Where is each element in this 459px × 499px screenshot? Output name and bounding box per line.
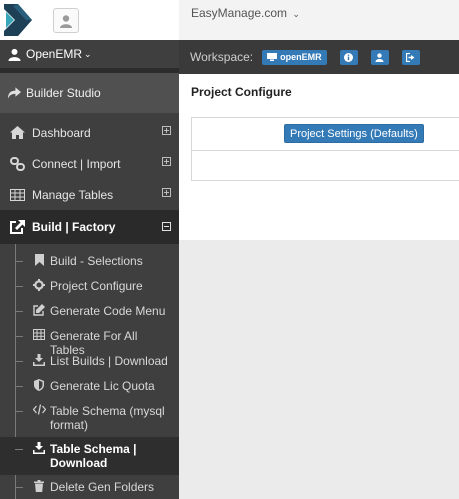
submenu-item-label: Delete Gen Folders: [50, 480, 155, 494]
expand-icon[interactable]: [162, 126, 171, 135]
submenu-item-label: List Builds | Download: [50, 354, 168, 368]
submenu-item-table-schema-download[interactable]: Table Schema | Download: [0, 437, 179, 475]
bookmark-icon: [32, 254, 46, 266]
trash-icon: [32, 480, 46, 492]
workspace-bar: Workspace: openEMR: [179, 40, 459, 74]
home-icon: [8, 126, 26, 139]
collapse-icon[interactable]: [162, 222, 171, 231]
builder-studio-label: Builder Studio: [26, 86, 101, 100]
code-icon: [32, 404, 46, 415]
info-icon: [344, 52, 354, 62]
workspace-name: openEMR: [280, 52, 322, 62]
user-name: OpenEMR: [26, 47, 83, 61]
submenu-item-label: Table Schema | Download: [50, 442, 137, 470]
sidebar-item-build-factory[interactable]: Build | Factory: [0, 210, 179, 244]
sidebar-item-dashboard[interactable]: Dashboard: [0, 117, 179, 148]
submenu-item-label: Generate Code Menu: [50, 304, 166, 318]
download-icon: [32, 442, 46, 454]
easymanage-logo[interactable]: [4, 4, 32, 36]
panel-divider: [192, 150, 459, 151]
expand-icon[interactable]: [162, 157, 171, 166]
main-content: Project Configure Project Settings (Defa…: [179, 74, 459, 240]
project-settings-button[interactable]: Project Settings (Defaults): [284, 124, 424, 143]
edit-icon: [32, 304, 46, 316]
workspace-label: Workspace:: [190, 50, 254, 64]
avatar[interactable]: [53, 8, 79, 33]
monitor-icon: [267, 53, 278, 61]
expand-icon[interactable]: [162, 188, 171, 197]
submenu-item-list-builds[interactable]: List Builds | Download: [0, 349, 179, 374]
submenu-item-generate-lic-quota[interactable]: Generate Lic Quota: [0, 374, 179, 399]
settings-panel: Project Settings (Defaults): [191, 117, 459, 181]
submenu-item-generate-all-tables[interactable]: Generate For All Tables: [0, 324, 179, 357]
sidebar-item-label: Manage Tables: [32, 187, 114, 202]
sign-out-icon: [405, 52, 415, 62]
chevron-down-icon: ⌄: [292, 9, 300, 19]
submenu-item-table-schema-mysql[interactable]: Table Schema (mysql format): [0, 399, 179, 437]
site-title: EasyManage.com: [191, 6, 288, 20]
user-icon: [8, 48, 21, 61]
submenu-item-delete-gen-folders[interactable]: Delete Gen Folders: [0, 475, 179, 499]
build-factory-submenu: Build - Selections Project Configure Gen…: [0, 244, 179, 499]
builder-studio-link[interactable]: Builder Studio: [0, 73, 179, 113]
logout-button[interactable]: [401, 49, 420, 65]
chevron-down-icon: ⌄: [84, 48, 92, 59]
submenu-item-build-selections[interactable]: Build - Selections: [0, 249, 179, 274]
page-title: Project Configure: [191, 85, 292, 99]
submenu-item-project-configure[interactable]: Project Configure: [0, 274, 179, 299]
sidebar-item-label: Dashboard: [32, 125, 91, 140]
user-profile-button[interactable]: [370, 49, 389, 65]
sidebar-item-label: Build | Factory: [32, 220, 116, 234]
submenu-item-label: Table Schema (mysql format): [50, 404, 165, 432]
workspace-name-button[interactable]: openEMR: [262, 49, 327, 65]
link-icon: [8, 156, 26, 171]
share-icon: [8, 87, 21, 99]
sidebar-item-label: Connect | Import: [32, 156, 121, 171]
user-silhouette-icon: [60, 14, 72, 28]
site-menu[interactable]: EasyManage.com ⌄: [191, 6, 300, 20]
cog-icon: [32, 279, 46, 291]
external-link-icon: [8, 220, 26, 234]
info-button[interactable]: [339, 49, 358, 65]
top-bar: EasyManage.com ⌄: [179, 0, 459, 40]
sidebar-item-manage-tables[interactable]: Manage Tables: [0, 179, 179, 210]
brand-area: [0, 0, 179, 40]
grid-icon: [32, 329, 46, 340]
submenu-item-label: Generate Lic Quota: [50, 379, 155, 393]
sidebar-item-connect-import[interactable]: Connect | Import: [0, 148, 179, 179]
download-icon: [32, 354, 46, 366]
user-menu[interactable]: OpenEMR ⌄: [0, 40, 179, 68]
user-icon: [375, 52, 384, 62]
table-icon: [8, 188, 26, 201]
submenu-item-generate-code-menu[interactable]: Generate Code Menu: [0, 299, 179, 324]
shield-icon: [32, 379, 46, 391]
submenu-item-label: Project Configure: [50, 279, 143, 293]
submenu-item-label: Build - Selections: [50, 254, 143, 268]
sidebar: OpenEMR ⌄ Builder Studio Dashboard Conne…: [0, 0, 179, 499]
